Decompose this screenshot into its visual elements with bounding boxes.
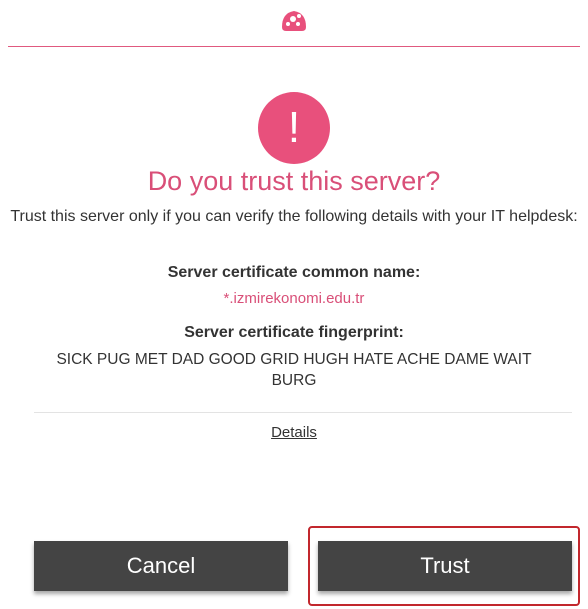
app-header xyxy=(0,0,588,46)
dialog-intro-text: Trust this server only if you can verify… xyxy=(10,208,578,225)
fingerprint-label: Server certificate fingerprint: xyxy=(184,324,404,341)
header-divider xyxy=(8,46,580,47)
details-link[interactable]: Details xyxy=(271,424,317,441)
trust-button[interactable]: Trust xyxy=(318,541,572,591)
fingerprint-value: SICK PUG MET DAD GOOD GRID HUGH HATE ACH… xyxy=(56,351,532,389)
section-divider xyxy=(34,412,572,413)
warning-badge: ! xyxy=(258,92,330,164)
app-logo-icon xyxy=(282,11,306,31)
common-name-label: Server certificate common name: xyxy=(167,264,421,281)
details-row: Details xyxy=(0,424,588,441)
exclamation-icon: ! xyxy=(287,103,301,152)
common-name-value: *.izmirekonomi.edu.tr xyxy=(223,290,365,307)
dialog-title: Do you trust this server? xyxy=(147,166,441,196)
cancel-button[interactable]: Cancel xyxy=(34,541,288,591)
